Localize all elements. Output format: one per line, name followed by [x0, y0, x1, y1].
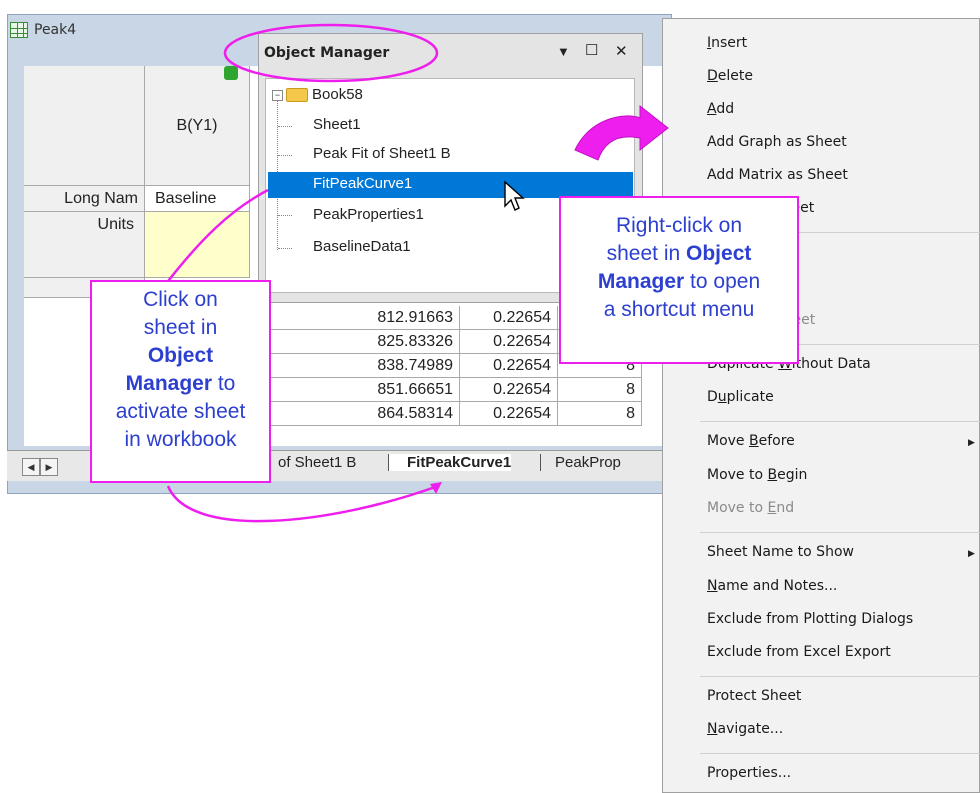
callout-right: Right-click on sheet in Object Manager t…	[559, 196, 799, 364]
callout-left: Click on sheet in Object Manager to acti…	[90, 280, 271, 483]
curved-arrow-icon	[574, 104, 669, 161]
arrow-curve	[166, 484, 439, 523]
highlight-ellipse	[223, 23, 439, 83]
arrow-curve	[164, 188, 269, 286]
